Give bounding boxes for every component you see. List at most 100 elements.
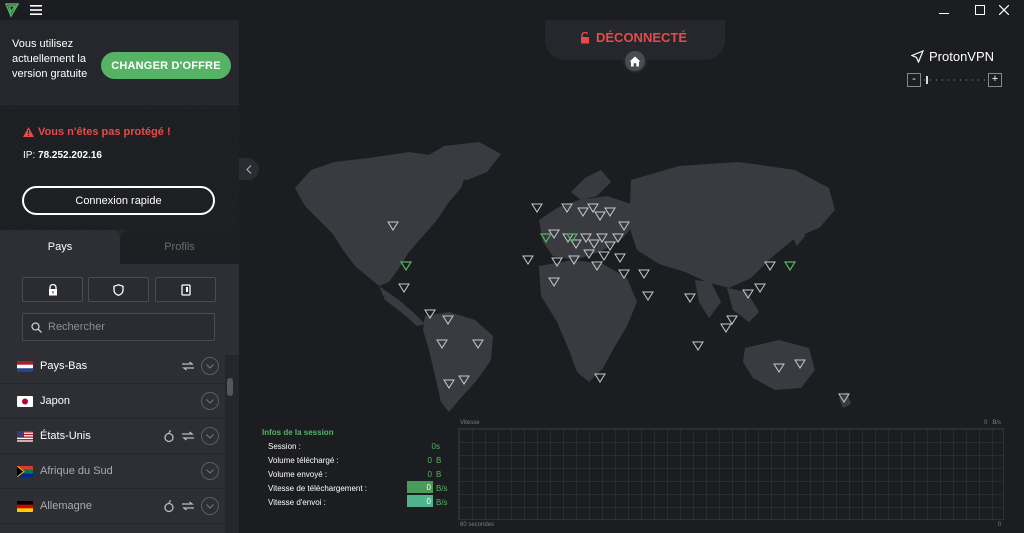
chevron-down-icon <box>206 468 214 474</box>
session-value: 0 <box>427 470 432 479</box>
download-speed-bar: 0 <box>407 481 433 493</box>
session-label: Volume envoyé : <box>268 470 328 479</box>
tor-onion-icon <box>164 499 174 513</box>
lock-icon <box>48 283 57 295</box>
p2p-icon <box>182 361 194 371</box>
japan-flag-icon <box>17 395 33 407</box>
zoom-track[interactable] <box>924 79 986 81</box>
expand-button[interactable] <box>201 462 219 480</box>
p2p-icon <box>182 431 194 441</box>
usa-flag-icon <box>17 430 33 442</box>
session-label: Vitesse d'envoi : <box>268 498 326 507</box>
title-bar <box>0 0 1024 20</box>
secure-core-filter-button[interactable] <box>22 277 83 302</box>
chevron-down-icon <box>206 363 214 369</box>
country-row[interactable]: Afrique du Sud <box>0 454 225 489</box>
minimize-button[interactable] <box>924 0 964 20</box>
session-label: Volume téléchargé : <box>268 456 339 465</box>
sidebar-tabs: Pays Profils <box>0 230 239 264</box>
country-row[interactable]: États-Unis <box>0 419 225 454</box>
brand-name: ProtonVPN <box>929 49 995 64</box>
connection-status-text: DÉCONNECTÉ <box>596 30 688 45</box>
south-africa-flag-icon <box>17 465 33 477</box>
session-value: 0s <box>431 442 440 451</box>
session-row: Volume téléchargé : 0 B <box>262 453 462 467</box>
country-list: Pays-Bas Japon États-Unis Afrique du Sud… <box>0 349 225 533</box>
session-unit: B/s <box>436 498 448 507</box>
upsell-text: Vous utilisez actuellement la version gr… <box>12 38 88 80</box>
speed-graph <box>458 428 1004 520</box>
expand-button[interactable] <box>201 357 219 375</box>
country-list-scrollbar[interactable] <box>227 378 233 396</box>
country-row[interactable]: Japon <box>0 384 225 419</box>
tor-card-icon <box>180 283 191 296</box>
brand: ProtonVPN <box>911 49 994 64</box>
minimize-icon <box>939 13 949 14</box>
zoom-slider-thumb[interactable] <box>926 76 928 84</box>
connection-status: DÉCONNECTÉ <box>580 30 687 45</box>
graph-zero-label: 0 <box>998 522 1002 528</box>
graph-title: Vitesse <box>460 420 480 426</box>
session-row: Vitesse d'envoi : 0 B/s <box>262 495 462 509</box>
country-name: Pays-Bas <box>40 360 88 372</box>
session-value: 0 <box>426 497 431 506</box>
session-value: 0 <box>427 456 432 465</box>
expand-button[interactable] <box>201 392 219 410</box>
close-icon <box>999 5 1009 15</box>
hamburger-icon[interactable] <box>28 2 44 18</box>
upsell-panel: Vous utilisez actuellement la version gr… <box>0 20 239 107</box>
unlocked-icon <box>581 31 589 43</box>
warning-icon <box>23 127 34 137</box>
germany-flag-icon <box>17 500 33 512</box>
session-info: Infos de la session Session : 0s Volume … <box>262 428 462 509</box>
session-title: Infos de la session <box>262 428 334 437</box>
tor-onion-icon <box>164 429 174 443</box>
ip-label: IP: <box>23 150 36 161</box>
chevron-down-icon <box>206 433 214 439</box>
zoom-in-button[interactable]: + <box>988 73 1002 87</box>
country-name: Japon <box>40 395 70 407</box>
session-unit: B/s <box>436 484 448 493</box>
quick-connect-button[interactable]: Connexion rapide <box>22 186 215 215</box>
unprotected-warning: Vous n'êtes pas protégé ! <box>23 126 171 138</box>
search-input[interactable] <box>48 321 208 333</box>
chevron-left-icon <box>246 164 252 174</box>
session-row: Volume envoyé : 0 B <box>262 467 462 481</box>
country-name: États-Unis <box>40 430 91 442</box>
protonvpn-window: Vous utilisez actuellement la version gr… <box>0 0 1024 533</box>
graph-time-label: 60 secondes <box>460 522 495 528</box>
upload-speed-bar: 0 <box>407 495 433 507</box>
tab-profiles[interactable]: Profils <box>120 230 239 264</box>
session-unit: B <box>436 456 442 465</box>
expand-button[interactable] <box>201 497 219 515</box>
shield-icon <box>113 283 124 296</box>
country-name: Afrique du Sud <box>40 465 113 477</box>
country-row[interactable]: Allemagne <box>0 489 225 524</box>
upgrade-button[interactable]: CHANGER D'OFFRE <box>101 52 231 79</box>
netshield-filter-button[interactable] <box>88 277 149 302</box>
zoom-control: - + <box>907 73 1003 87</box>
ip-address: IP: 78.252.202.16 <box>23 150 102 161</box>
warning-text: Vous n'êtes pas protégé ! <box>38 126 171 138</box>
zoom-out-button[interactable]: - <box>907 73 921 87</box>
session-unit: B <box>436 470 442 479</box>
session-row: Session : 0s <box>262 439 462 453</box>
country-row[interactable]: Pays-Bas <box>0 349 225 384</box>
sidebar: Vous utilisez actuellement la version gr… <box>0 20 239 533</box>
tab-countries[interactable]: Pays <box>0 230 120 264</box>
home-button[interactable] <box>623 49 647 73</box>
netherlands-flag-icon <box>17 360 33 372</box>
session-value: 0 <box>426 483 431 492</box>
session-label: Session : <box>268 442 301 451</box>
chevron-down-icon <box>206 398 214 404</box>
proton-triangle-icon <box>4 3 20 18</box>
search-field[interactable] <box>22 313 215 341</box>
p2p-icon <box>182 501 194 511</box>
session-label: Vitesse de téléchargement : <box>268 484 368 493</box>
tor-filter-button[interactable] <box>155 277 216 302</box>
session-row: Vitesse de téléchargement : 0 B/s <box>262 481 462 495</box>
filter-area <box>0 264 239 355</box>
close-button[interactable] <box>984 0 1024 20</box>
expand-button[interactable] <box>201 427 219 445</box>
chevron-down-icon <box>206 503 214 509</box>
